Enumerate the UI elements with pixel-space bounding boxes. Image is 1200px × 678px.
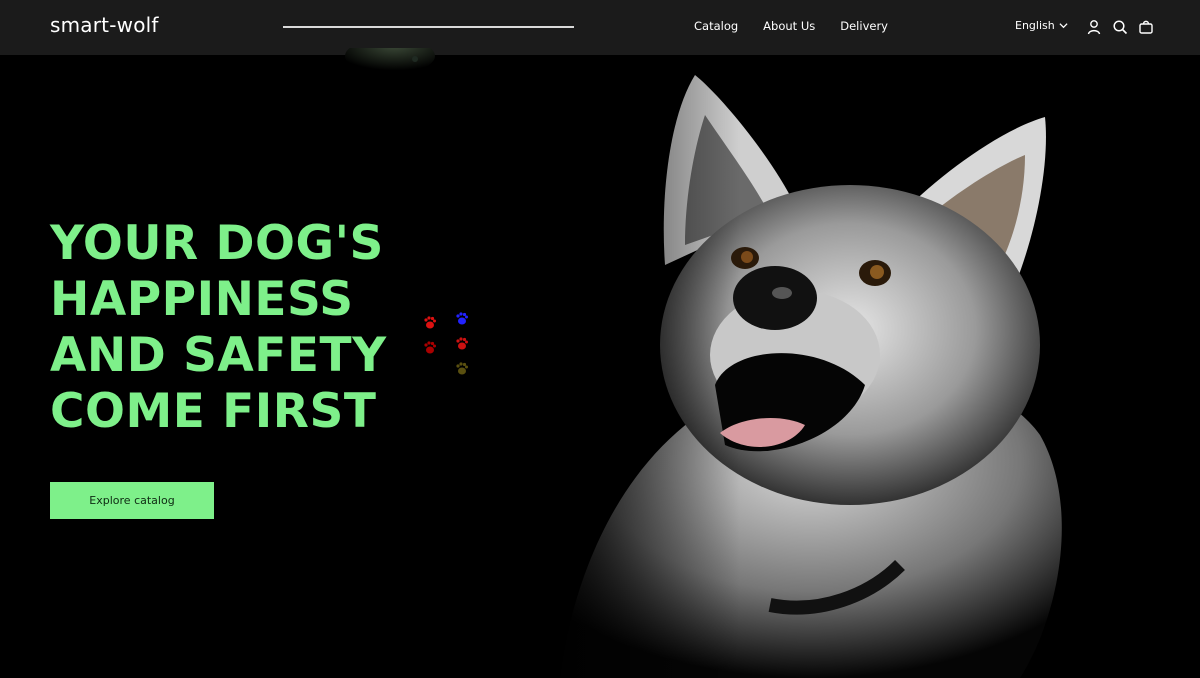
nav-delivery[interactable]: Delivery bbox=[840, 19, 888, 33]
site-header: smart-wolf Catalog About Us Delivery Eng… bbox=[0, 0, 1200, 55]
nav-catalog[interactable]: Catalog bbox=[694, 19, 738, 33]
paw-icon bbox=[456, 362, 468, 375]
paw-icon bbox=[456, 312, 468, 325]
header-divider bbox=[283, 26, 574, 28]
paw-icon bbox=[456, 337, 468, 350]
toy-ball-image bbox=[345, 48, 435, 74]
paw-icon bbox=[424, 341, 436, 354]
headline-line-3: AND SAFETY bbox=[50, 328, 387, 383]
chevron-down-icon bbox=[1059, 23, 1068, 29]
language-selector[interactable]: English bbox=[1015, 19, 1068, 32]
main-nav: Catalog About Us Delivery bbox=[694, 19, 888, 33]
paw-icon bbox=[424, 316, 436, 329]
header-icons bbox=[1086, 19, 1154, 35]
headline-line-4: COME FIRST bbox=[50, 384, 377, 439]
headline-line-1: YOUR DOG'S bbox=[50, 216, 384, 271]
explore-catalog-button[interactable]: Explore catalog bbox=[50, 482, 214, 519]
account-icon[interactable] bbox=[1086, 19, 1102, 35]
site-logo[interactable]: smart-wolf bbox=[50, 13, 159, 37]
nav-about-us[interactable]: About Us bbox=[763, 19, 815, 33]
paw-prints-decoration bbox=[424, 312, 468, 375]
headline-line-2: HAPPINESS bbox=[50, 272, 354, 327]
search-icon[interactable] bbox=[1112, 19, 1128, 35]
language-label: English bbox=[1015, 19, 1055, 32]
cart-icon[interactable] bbox=[1138, 19, 1154, 35]
hero-headline: YOUR DOG'S HAPPINESS AND SAFETY COME FIR… bbox=[50, 216, 387, 440]
dog-hero-image bbox=[520, 55, 1062, 678]
